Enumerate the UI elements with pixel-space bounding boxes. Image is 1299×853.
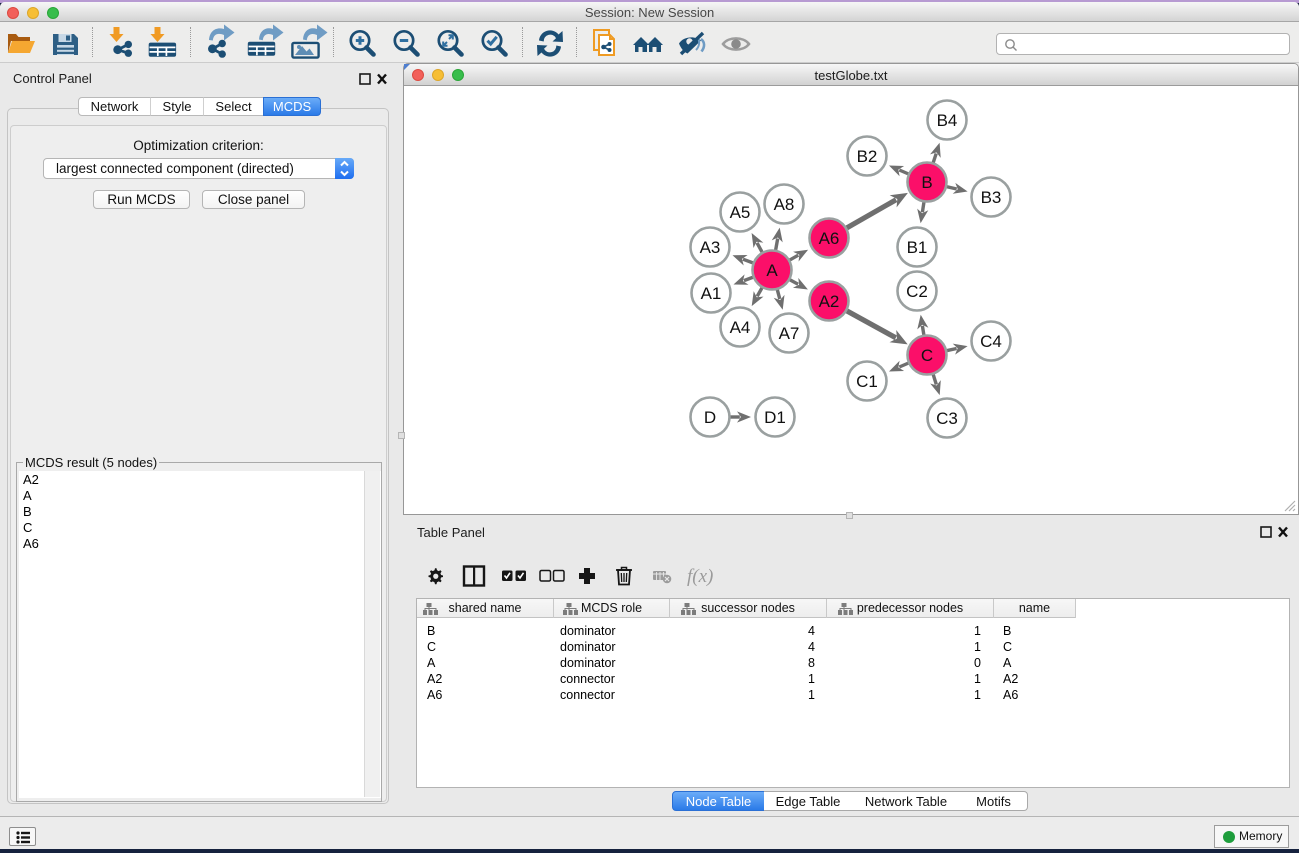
svg-text:B4: B4 [937, 111, 958, 130]
svg-text:C1: C1 [856, 372, 878, 391]
svg-text:A3: A3 [700, 238, 721, 257]
svg-text:C3: C3 [936, 409, 958, 428]
svg-text:f(x): f(x) [687, 566, 713, 587]
svg-text:A: A [766, 261, 778, 280]
svg-text:C: C [921, 346, 933, 365]
svg-text:A8: A8 [774, 195, 795, 214]
svg-text:A1: A1 [701, 284, 722, 303]
svg-text:A6: A6 [819, 229, 840, 248]
svg-text:B2: B2 [857, 147, 878, 166]
svg-text:D: D [704, 408, 716, 427]
svg-text:C4: C4 [980, 332, 1002, 351]
svg-text:C2: C2 [906, 282, 928, 301]
svg-text:B: B [921, 173, 932, 192]
svg-text:D1: D1 [764, 408, 786, 427]
svg-text:A2: A2 [819, 292, 840, 311]
svg-text:B1: B1 [907, 238, 928, 257]
svg-text:A4: A4 [730, 318, 751, 337]
svg-text:A7: A7 [779, 324, 800, 343]
svg-text:A5: A5 [730, 203, 751, 222]
svg-text:B3: B3 [981, 188, 1002, 207]
